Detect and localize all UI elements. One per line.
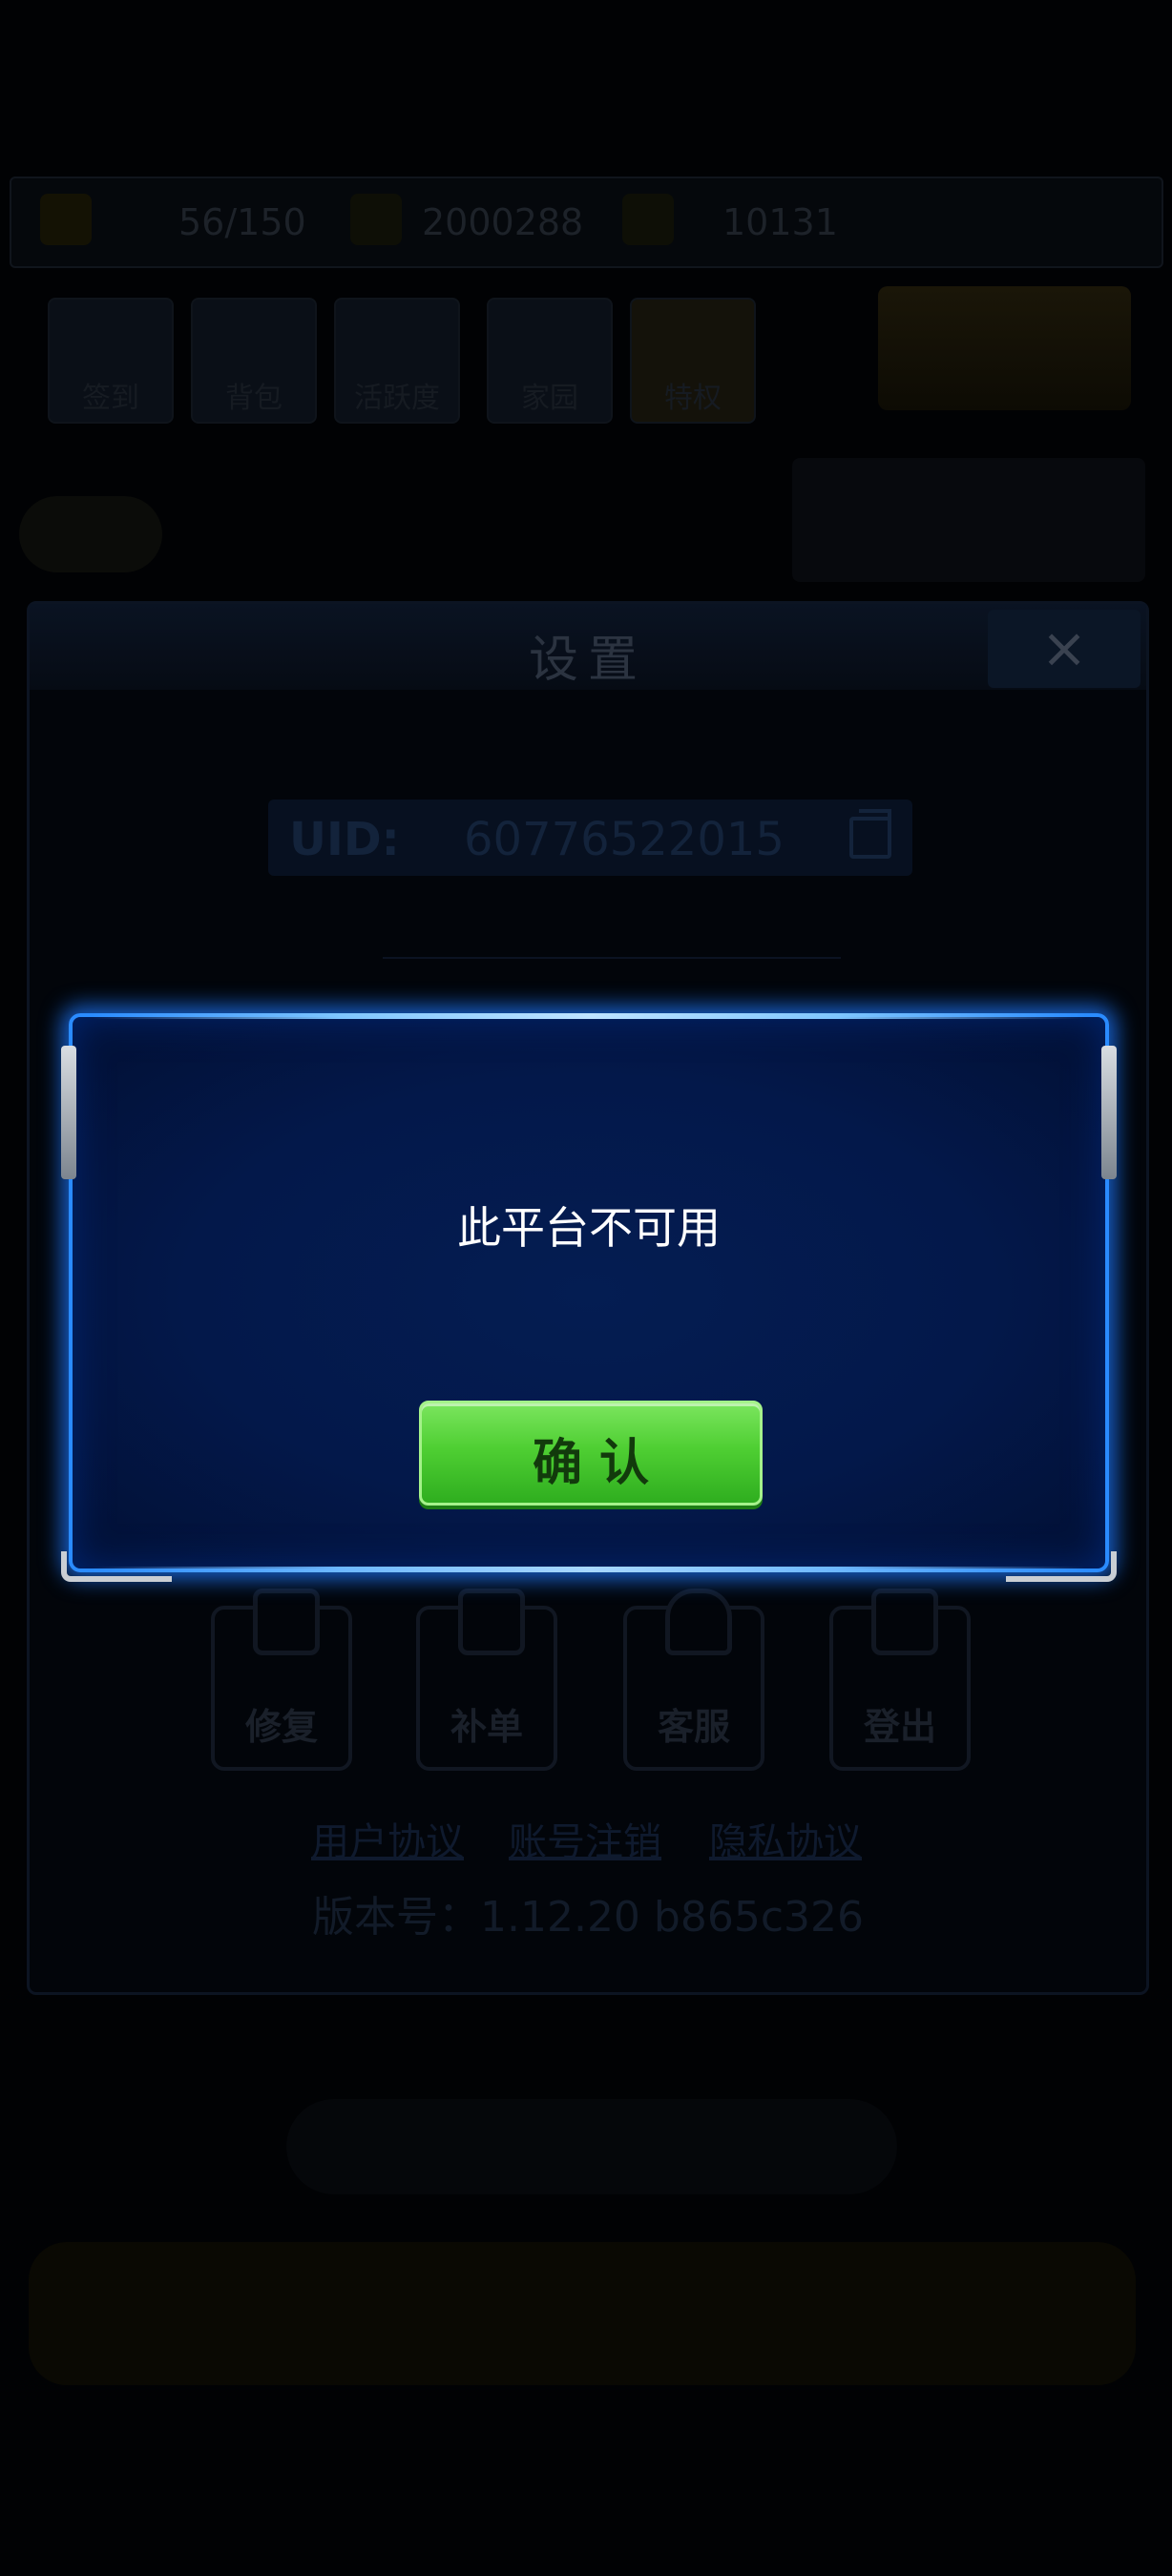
logout-button[interactable]: 登出 [829,1589,971,1771]
alert-dialog: 此平台不可用 确认 [61,1013,1117,1582]
uid-box: UID: 60776522015 [268,800,912,876]
settings-title: 设置 [528,632,647,689]
event-strip [792,458,1145,582]
wrench-icon [253,1589,320,1655]
close-icon[interactable]: × [988,610,1141,688]
repair-label: 修复 [244,1706,318,1748]
feature-activity[interactable]: 活跃度 [334,298,460,424]
right-clip-deco [1101,1046,1117,1179]
feature-label: 签到 [82,382,139,415]
bottom-banner [286,2099,897,2194]
bottom-deco [29,2242,1136,2385]
logout-label: 登出 [863,1706,936,1748]
dialog-message: 此平台不可用 [457,1202,721,1254]
copy-icon[interactable] [849,809,891,859]
logout-icon [871,1589,938,1655]
reorder-button[interactable]: 补单 [416,1589,557,1771]
user-agreement-link[interactable]: 用户协议 [311,1811,464,1866]
repair-button[interactable]: 修复 [211,1589,352,1771]
feature-label: 特权 [664,382,722,415]
privacy-link[interactable]: 隐私协议 [709,1811,862,1866]
energy-icon [40,194,92,245]
dialog-top-glow [92,1013,1086,1019]
corner-deco-right [1006,1551,1117,1582]
confirm-label: 确认 [532,1435,666,1492]
left-deco [19,496,162,572]
divider [383,957,841,959]
support-button[interactable]: 客服 [623,1589,764,1771]
support-label: 客服 [657,1706,730,1748]
feature-home[interactable]: 家园 [487,298,613,424]
version-text: 版本号：1.12.20 b865c326 [311,1893,864,1942]
feature-bag[interactable]: 背包 [191,298,317,424]
account-cancel-link[interactable]: 账号注销 [509,1811,661,1866]
coin-value: 2000288 [422,201,584,243]
resource-bar: 56/150 2000288 10131 [10,177,1163,268]
order-icon [458,1589,525,1655]
feature-label: 背包 [225,382,283,415]
uid-value: 60776522015 [464,813,785,866]
reorder-label: 补单 [450,1706,523,1748]
feature-privilege[interactable]: 特权 [630,298,756,424]
left-clip-deco [61,1046,76,1179]
feature-signin[interactable]: 签到 [48,298,174,424]
headset-icon [665,1589,732,1655]
energy-value: 56/150 [178,201,306,243]
feature-label: 家园 [521,382,578,415]
confirm-button[interactable]: 确认 [419,1401,763,1506]
event-banner[interactable] [878,286,1131,410]
gem-icon [622,194,674,245]
gem-value: 10131 [722,201,838,243]
uid-label: UID: [289,813,400,866]
feature-label: 活跃度 [354,382,440,415]
settings-header: 设置 × [30,604,1146,690]
coin-icon [350,194,402,245]
dialog-bottom-glow [92,1567,1086,1572]
corner-deco-left [61,1551,172,1582]
